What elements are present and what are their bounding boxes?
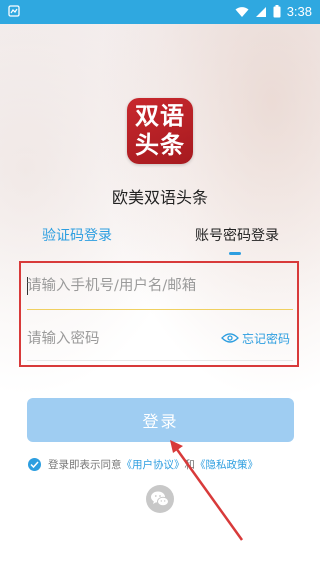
status-bar: 3:38 [0,0,320,24]
battery-icon [273,5,281,18]
tab-password-login[interactable]: 账号密码登录 [195,225,279,245]
login-button[interactable]: 登录 [27,398,294,442]
logo-text-line1: 双语 [135,102,185,130]
app-logo: 双语 头条 [127,98,193,164]
agreement-row: 登录即表示同意 《用户协议》 和 《隐私政策》 [28,457,258,472]
agree-checkbox[interactable] [28,458,41,471]
agreement-and: 和 [184,459,196,471]
app-name: 欧美双语头条 [111,188,208,207]
wifi-icon [235,6,249,17]
wechat-icon [151,491,169,507]
status-time: 3:38 [286,4,312,19]
wechat-login-button[interactable] [146,485,174,513]
checkmark-icon [30,461,39,469]
privacy-policy-link[interactable]: 《隐私政策》 [195,457,258,472]
highlight-box [19,261,299,367]
logo-text-line2: 头条 [135,131,185,159]
agreement-prefix: 登录即表示同意 [48,459,122,471]
notification-icon [8,5,20,17]
active-tab-indicator [229,252,241,255]
tab-verification-code-login[interactable]: 验证码登录 [42,225,112,245]
signal-icon [255,6,266,17]
user-agreement-link[interactable]: 《用户协议》 [122,457,185,472]
